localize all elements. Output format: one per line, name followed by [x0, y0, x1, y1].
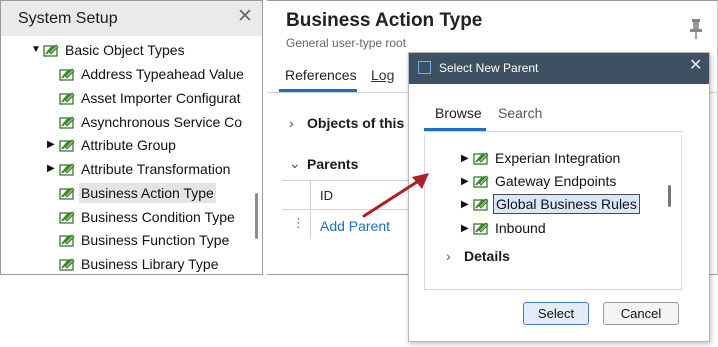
scrollbar-thumb[interactable] [668, 185, 671, 207]
object-type-icon [59, 186, 76, 200]
tree-item-label: Address Typeahead Value [81, 65, 244, 82]
tree-item-experian-integration[interactable]: ▶ Experian Integration [461, 147, 622, 169]
panel-title: System Setup [18, 10, 118, 27]
folder-icon [473, 221, 490, 235]
row-menu-icon[interactable]: ⋮ [292, 216, 305, 229]
tree-item-label: Gateway Endpoints [495, 173, 617, 189]
system-setup-panel: System Setup ✕ ▼ Basic Object Types Addr… [0, 0, 263, 275]
tree-item-label: Asset Importer Configurat [81, 89, 241, 106]
section-title: Objects of this [307, 115, 405, 131]
tree-item-business-condition-type[interactable]: Business Condition Type [59, 205, 237, 228]
tree-item-address-typeahead[interactable]: Address Typeahead Value [59, 62, 246, 85]
tree-item-label: Business Function Type [81, 231, 230, 248]
window-icon [418, 61, 431, 74]
object-type-icon [59, 233, 76, 247]
tree-item-label: Business Library Type [81, 255, 219, 272]
tree-item-attribute-group[interactable]: ▶ Attribute Group [47, 133, 178, 156]
add-parent-link[interactable]: Add Parent [320, 218, 390, 234]
select-button[interactable]: Select [523, 302, 589, 325]
footer-divider [424, 289, 682, 290]
column-divider [310, 211, 311, 239]
tab-browse[interactable]: Browse [435, 105, 482, 121]
page-title: Business Action Type [286, 10, 483, 31]
object-type-icon [59, 210, 76, 224]
tree-item-global-business-rules[interactable]: ▶ Global Business Rules [461, 193, 640, 215]
expand-down-icon[interactable]: ▼ [31, 44, 43, 55]
dialog-titlebar[interactable]: Select New Parent ✕ [409, 53, 709, 84]
object-type-icon [43, 43, 60, 57]
tree-item-business-action-type[interactable]: Business Action Type [59, 181, 216, 204]
object-type-icon [59, 138, 76, 152]
pin-icon[interactable] [689, 18, 703, 40]
chevron-right-icon[interactable]: › [446, 248, 464, 264]
tree-item-label: Inbound [495, 220, 546, 236]
scrollbar-thumb[interactable] [255, 193, 258, 239]
cancel-button[interactable]: Cancel [603, 302, 679, 325]
folder-icon [473, 197, 490, 211]
column-divider [310, 181, 311, 210]
table-header: ID [282, 181, 422, 210]
chevron-down-icon[interactable]: ⌄ [289, 155, 307, 172]
tree-item-label: Business Action Type [79, 182, 216, 203]
tree-item-asynchronous-service[interactable]: Asynchronous Service Co [59, 110, 244, 133]
tree-item-business-library-type[interactable]: Business Library Type [59, 252, 220, 274]
tree-item-gateway-endpoints[interactable]: ▶ Gateway Endpoints [461, 170, 618, 192]
object-type-icon [59, 91, 76, 105]
object-type-icon [59, 67, 76, 81]
expand-right-icon[interactable]: ▶ [47, 139, 59, 150]
panel-header: System Setup ✕ [1, 1, 262, 36]
tree-item-label: Attribute Group [81, 136, 176, 153]
tree-item-attribute-transformation[interactable]: ▶ Attribute Transformation [47, 157, 232, 180]
tree-item-asset-importer[interactable]: Asset Importer Configurat [59, 86, 243, 109]
tab-log[interactable]: Log [371, 67, 394, 83]
expand-right-icon[interactable]: ▶ [461, 223, 473, 234]
tree-item-label: Global Business Rules [493, 194, 640, 214]
section-details[interactable]: › Details [446, 248, 510, 264]
chevron-right-icon[interactable]: › [289, 115, 307, 131]
expand-right-icon[interactable]: ▶ [47, 163, 59, 174]
tree-item-label: Basic Object Types [65, 41, 185, 58]
tab-search[interactable]: Search [498, 105, 542, 121]
tree-item-label: Attribute Transformation [81, 160, 231, 177]
close-icon[interactable]: ✕ [237, 7, 253, 26]
select-new-parent-dialog: Select New Parent ✕ Browse Search ▶ Expe… [408, 52, 710, 342]
section-parents[interactable]: ⌄ Parents [289, 155, 358, 172]
expand-right-icon[interactable]: ▶ [461, 176, 473, 187]
object-type-icon [59, 115, 76, 129]
column-header-id[interactable]: ID [320, 188, 333, 203]
section-title: Parents [307, 155, 359, 172]
folder-icon [473, 151, 490, 165]
tab-divider [424, 131, 682, 132]
tree-item-label: Experian Integration [495, 150, 621, 166]
parents-table: ID ⋮ Add Parent [282, 180, 422, 239]
tree-item-inbound[interactable]: ▶ Inbound [461, 217, 548, 239]
section-title: Details [464, 248, 510, 264]
expand-right-icon[interactable]: ▶ [461, 199, 473, 210]
close-icon[interactable]: ✕ [689, 58, 702, 74]
section-objects-of-this[interactable]: › Objects of this [289, 115, 404, 131]
table-row: ⋮ Add Parent [282, 211, 422, 239]
tree-item-label: Asynchronous Service Co [81, 113, 243, 130]
page-subtitle: General user-type root [286, 36, 407, 50]
tab-references[interactable]: References [285, 67, 357, 83]
tree-item-basic-object-types[interactable]: ▼ Basic Object Types [31, 38, 187, 61]
expand-right-icon[interactable]: ▶ [461, 153, 473, 164]
object-type-icon [59, 162, 76, 176]
object-type-icon [59, 257, 76, 271]
folder-icon [473, 174, 490, 188]
dialog-title: Select New Parent [439, 61, 539, 75]
tree-item-label: Business Condition Type [81, 208, 235, 225]
tree-item-business-function-type[interactable]: Business Function Type [59, 228, 231, 251]
